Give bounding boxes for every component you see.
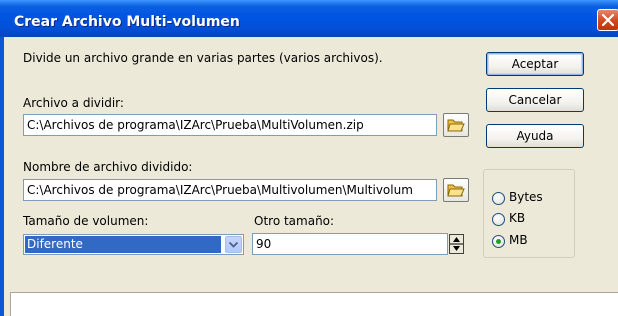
help-button[interactable]: Ayuda <box>486 124 584 148</box>
close-button[interactable] <box>597 9 618 31</box>
radio-bytes[interactable] <box>492 192 505 205</box>
folder-open-icon <box>447 119 465 132</box>
volume-size-select[interactable]: Diferente <box>23 234 244 255</box>
accept-button[interactable]: Aceptar <box>486 52 584 76</box>
radio-selected-dot <box>496 239 501 244</box>
dropdown-button[interactable] <box>225 236 242 253</box>
other-size-spinner[interactable] <box>449 234 464 254</box>
source-file-label: Archivo a dividir: <box>23 96 124 110</box>
volume-size-selected: Diferente <box>25 236 221 253</box>
browse-source-button[interactable] <box>443 113 469 137</box>
radio-bytes-label[interactable]: Bytes <box>509 190 543 204</box>
radio-mb[interactable] <box>492 235 505 248</box>
other-size-field[interactable]: 90 <box>252 233 448 255</box>
output-file-label: Nombre de archivo dividido: <box>23 160 193 174</box>
radio-kb[interactable] <box>492 213 505 226</box>
folder-open-icon <box>447 184 465 197</box>
source-file-field[interactable]: C:\Archivos de programa\IZArc\Prueba\Mul… <box>23 114 437 136</box>
chevron-down-icon <box>229 242 238 248</box>
cancel-button[interactable]: Cancelar <box>486 88 584 112</box>
close-icon <box>602 14 614 26</box>
browse-output-button[interactable] <box>443 178 469 202</box>
spinner-icon <box>450 237 463 251</box>
dialog-description: Divide un archivo grande en varias parte… <box>23 51 383 65</box>
output-file-field[interactable]: C:\Archivos de programa\IZArc\Prueba\Mul… <box>23 179 437 201</box>
window-title: Crear Archivo Multi-volumen <box>14 14 240 30</box>
volume-size-label: Tamaño de volumen: <box>23 214 149 228</box>
progress-panel <box>10 292 618 316</box>
radio-mb-label[interactable]: MB <box>509 233 528 247</box>
other-size-label: Otro tamaño: <box>254 214 335 228</box>
radio-kb-label[interactable]: KB <box>509 211 525 225</box>
